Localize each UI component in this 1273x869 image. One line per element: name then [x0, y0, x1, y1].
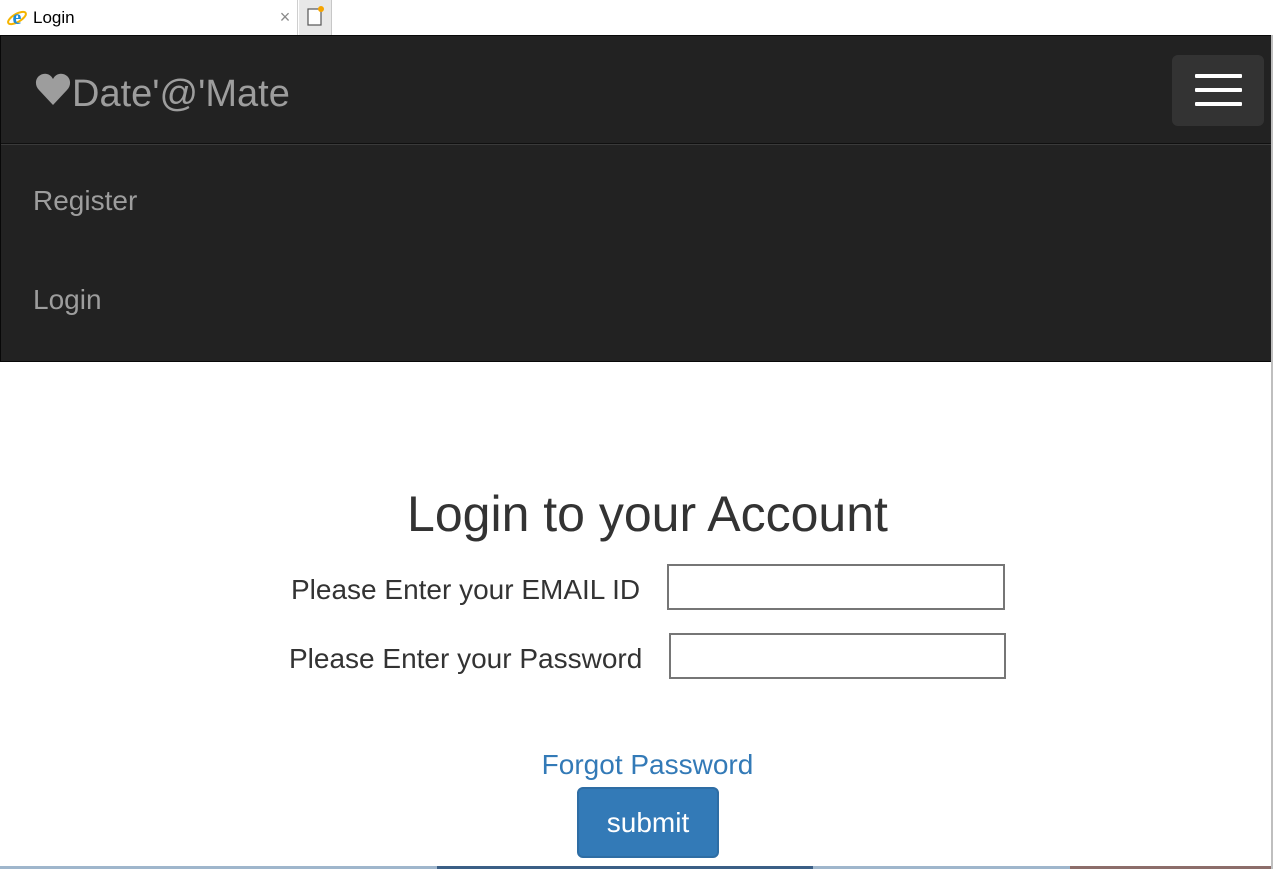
navbar-header: Date'@'Mate — [1, 36, 1271, 144]
forgot-password-link[interactable]: Forgot Password — [0, 748, 1273, 782]
navbar-toggle-button[interactable] — [1172, 55, 1264, 126]
close-tab-icon[interactable]: × — [276, 6, 294, 28]
brand-link[interactable]: Date'@'Mate — [35, 70, 290, 118]
email-field[interactable] — [667, 564, 1005, 610]
navbar-divider — [1, 143, 1271, 145]
nav-item-register[interactable]: Register — [33, 184, 137, 218]
email-label: Please Enter your EMAIL ID — [291, 574, 641, 605]
submit-button[interactable]: submit — [577, 787, 719, 858]
svg-text:e: e — [13, 7, 22, 29]
brand-name: Date'@'Mate — [72, 73, 290, 115]
browser-tab-login[interactable]: e Login × — [0, 0, 298, 36]
browser-tab-strip: e Login × — [0, 0, 1273, 36]
internet-explorer-icon: e — [6, 7, 28, 29]
navbar: Date'@'Mate Register Login — [0, 35, 1272, 362]
heart-icon — [35, 73, 71, 105]
password-label: Please Enter your Password — [289, 643, 643, 674]
new-tab-button[interactable] — [299, 0, 332, 35]
nav-item-login[interactable]: Login — [33, 283, 102, 317]
page-title: Login to your Account — [407, 486, 888, 542]
new-tab-icon — [307, 6, 324, 26]
browser-tab-title: Login — [33, 8, 75, 27]
password-field[interactable] — [669, 633, 1006, 679]
